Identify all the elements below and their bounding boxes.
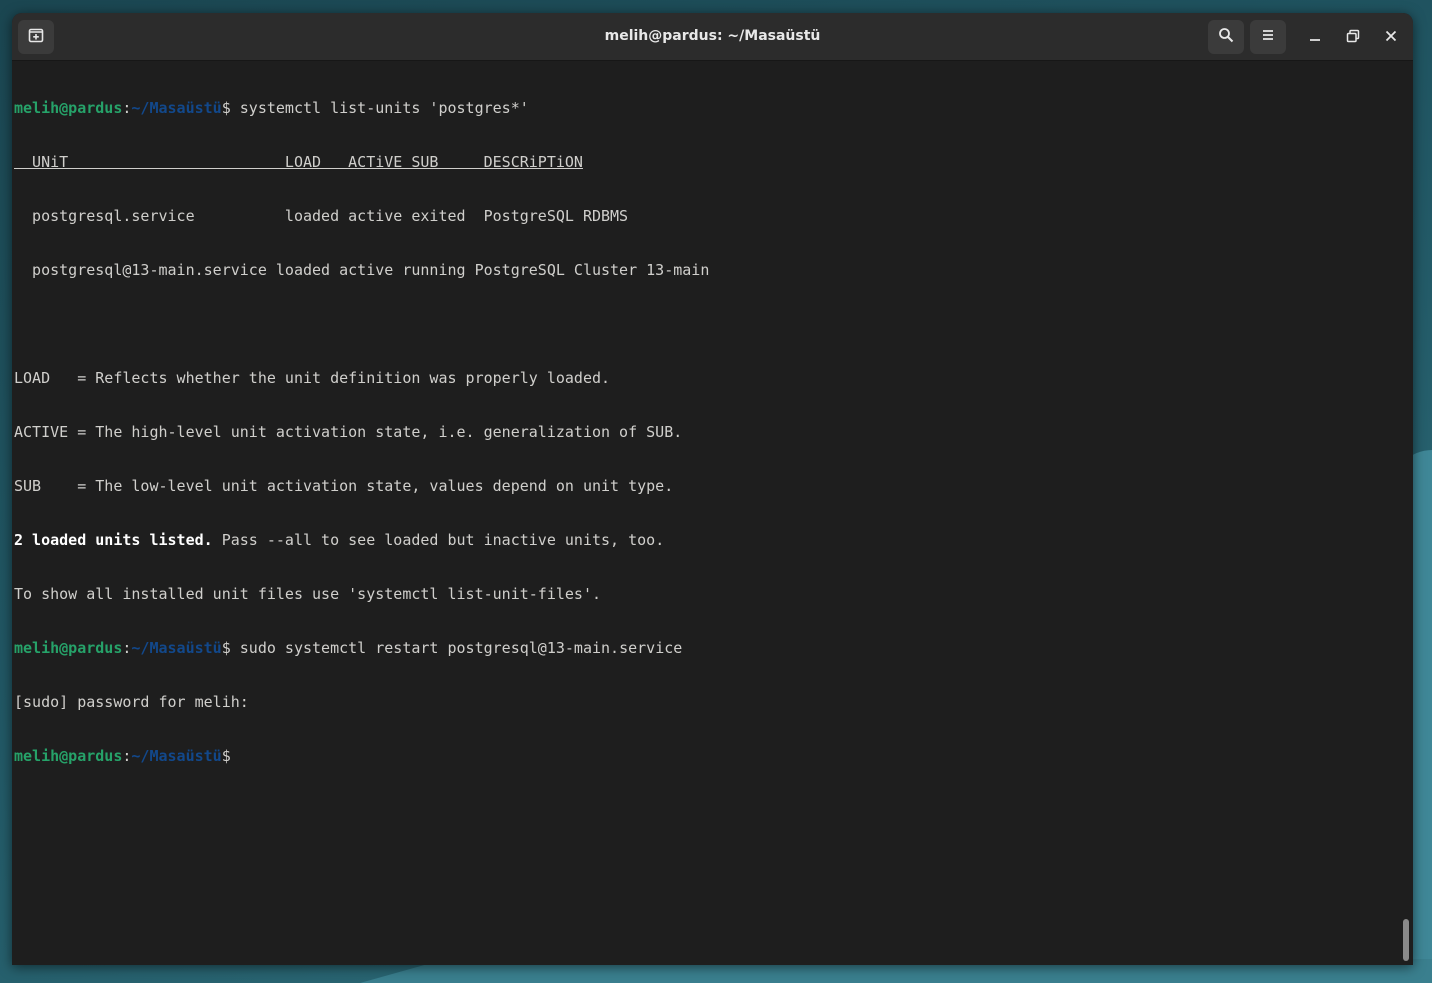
maximize-button[interactable] — [1340, 24, 1366, 50]
summary-bold: 2 loaded units listed. — [14, 531, 213, 549]
legend-sub: SUB = The low-level unit activation stat… — [14, 477, 674, 495]
scrollbar-thumb[interactable] — [1403, 919, 1409, 961]
prompt-path: ~/Masaüstü — [131, 639, 222, 657]
window-title: melih@pardus: ~/Masaüstü — [604, 28, 821, 44]
minimize-icon — [1308, 28, 1322, 47]
close-icon — [1384, 28, 1398, 47]
table-header-text: UNiT LOAD ACTiVE SUB DESCRiPTiON — [14, 153, 583, 171]
prompt-user-host: melih@pardus — [14, 99, 123, 117]
prompt-dollar: $ — [221, 747, 231, 765]
prompt-dollar: $ — [221, 639, 231, 657]
command-line-3[interactable]: melih@pardus:~/Masaüstü$ — [14, 747, 1399, 765]
command-line-1: melih@pardus:~/Masaüstü$ systemctl list-… — [14, 99, 1399, 117]
command-text: sudo systemctl restart postgresql@13-mai… — [230, 639, 683, 657]
table-row: postgresql.service loaded active exited … — [14, 207, 629, 225]
legend-load: LOAD = Reflects whether the unit definit… — [14, 369, 611, 387]
close-button[interactable] — [1378, 24, 1404, 50]
hamburger-menu-icon — [1260, 27, 1276, 47]
table-row: postgresql@13-main.service loaded active… — [14, 261, 710, 279]
prompt-dollar: $ — [221, 99, 231, 117]
prompt-path: ~/Masaüstü — [131, 99, 222, 117]
search-button[interactable] — [1208, 20, 1244, 54]
sudo-password-prompt: [sudo] password for melih: — [14, 693, 249, 711]
summary-rest: Pass --all to see loaded but inactive un… — [212, 531, 665, 549]
legend-active: ACTIVE = The high-level unit activation … — [14, 423, 683, 441]
minimize-button[interactable] — [1302, 24, 1328, 50]
vertical-scrollbar[interactable] — [1399, 61, 1413, 965]
prompt-user-host: melih@pardus — [14, 747, 123, 765]
command-text: systemctl list-units 'postgres*' — [230, 99, 529, 117]
command-line-2: melih@pardus:~/Masaüstü$ sudo systemctl … — [14, 639, 1399, 657]
hint-line: To show all installed unit files use 'sy… — [14, 585, 601, 603]
menu-button[interactable] — [1250, 20, 1286, 54]
new-tab-button[interactable] — [18, 20, 54, 54]
summary-line: 2 loaded units listed. Pass --all to see… — [14, 531, 1399, 549]
search-icon — [1218, 27, 1234, 47]
prompt-path: ~/Masaüstü — [131, 747, 222, 765]
maximize-icon — [1346, 28, 1360, 47]
terminal-window: melih@pardus: ~/Masaüstü melih@pardus:~/… — [12, 13, 1413, 965]
titlebar[interactable]: melih@pardus: ~/Masaüstü — [12, 13, 1413, 61]
new-tab-icon — [28, 27, 44, 47]
table-header: UNiT LOAD ACTiVE SUB DESCRiPTiON — [14, 153, 1399, 171]
terminal-output[interactable]: melih@pardus:~/Masaüstü$ systemctl list-… — [12, 61, 1399, 965]
prompt-user-host: melih@pardus — [14, 639, 123, 657]
